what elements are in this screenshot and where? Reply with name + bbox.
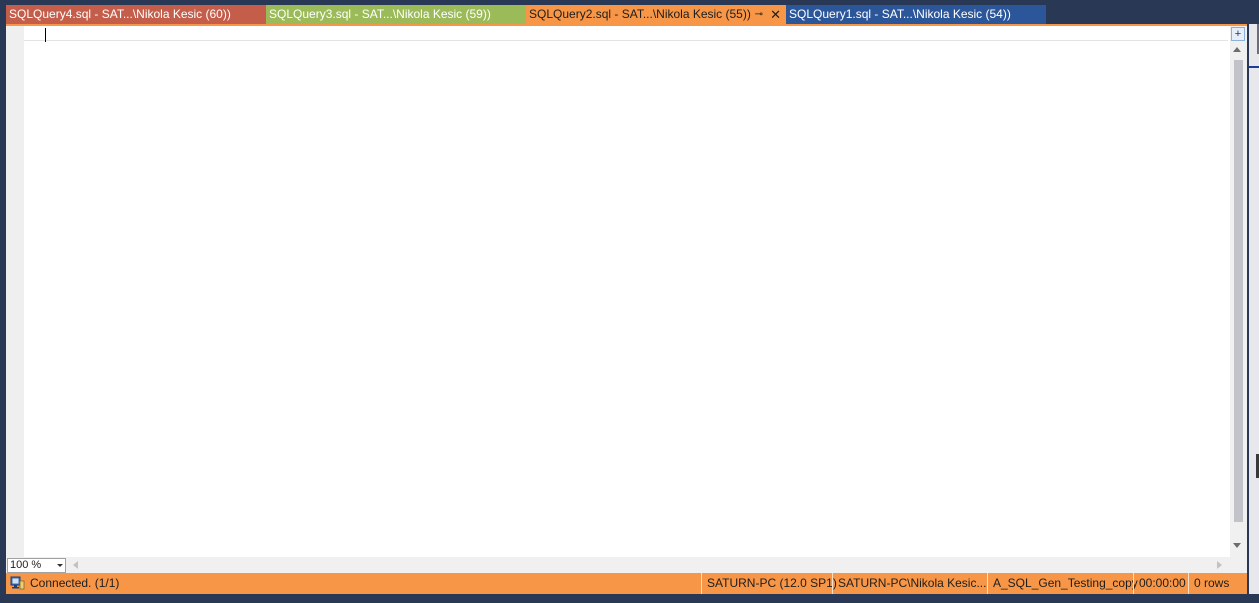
- tab-label: SQLQuery3.sql - SAT...\Nikola Kesic (59)…: [269, 7, 491, 21]
- scroll-left-icon[interactable]: [73, 561, 78, 569]
- elapsed-time: 00:00:00: [1133, 573, 1188, 594]
- vertical-scroll-thumb[interactable]: [1234, 60, 1243, 522]
- scroll-right-icon[interactable]: [1217, 561, 1222, 569]
- chevron-down-icon: [57, 564, 63, 567]
- vertical-scrollbar[interactable]: +: [1230, 26, 1247, 557]
- editor-gutter: [6, 26, 24, 557]
- database-name: A_SQL_Gen_Testing_copy: [987, 573, 1138, 594]
- pin-icon[interactable]: ⊸: [755, 5, 763, 24]
- server-name: SATURN-PC (12.0 SP1): [701, 573, 837, 594]
- zoom-value: 100 %: [10, 559, 42, 571]
- adjacent-panel-edge: [1249, 24, 1259, 594]
- tab-label: SQLQuery2.sql - SAT...\Nikola Kesic (55)…: [529, 7, 751, 21]
- connected-server-icon: [10, 576, 25, 590]
- horizontal-scrollbar[interactable]: 100 %: [6, 557, 1247, 574]
- status-bar: Connected. (1/1) SATURN-PC (12.0 SP1) SA…: [6, 573, 1247, 594]
- tab-label: SQLQuery1.sql - SAT...\Nikola Kesic (54)…: [789, 7, 1011, 21]
- tab-sqlquery3[interactable]: SQLQuery3.sql - SAT...\Nikola Kesic (59)…: [266, 5, 526, 24]
- split-window-icon[interactable]: +: [1231, 27, 1245, 41]
- zoom-dropdown[interactable]: 100 %: [7, 558, 66, 573]
- tab-sqlquery2[interactable]: SQLQuery2.sql - SAT...\Nikola Kesic (55)…: [526, 5, 786, 24]
- panel-edge-marker: [1249, 66, 1259, 68]
- document-tabstrip: SQLQuery4.sql - SAT...\Nikola Kesic (60)…: [6, 5, 1046, 24]
- tab-sqlquery4[interactable]: SQLQuery4.sql - SAT...\Nikola Kesic (60)…: [6, 5, 266, 24]
- row-count: 0 rows: [1188, 573, 1247, 594]
- text-caret: [45, 28, 46, 42]
- query-editor[interactable]: [24, 26, 1230, 557]
- tab-label: SQLQuery4.sql - SAT...\Nikola Kesic (60)…: [9, 7, 231, 21]
- scroll-down-icon[interactable]: [1233, 543, 1241, 548]
- tab-sqlquery1[interactable]: SQLQuery1.sql - SAT...\Nikola Kesic (54)…: [786, 5, 1046, 24]
- close-icon[interactable]: ✕: [770, 5, 781, 24]
- current-line-highlight: [24, 26, 1228, 41]
- query-editor-window: + 100 %: [6, 24, 1247, 574]
- scroll-up-icon[interactable]: [1233, 47, 1241, 52]
- connection-status: Connected. (1/1): [30, 576, 120, 590]
- user-name: SATURN-PC\Nikola Kesic...: [832, 573, 987, 594]
